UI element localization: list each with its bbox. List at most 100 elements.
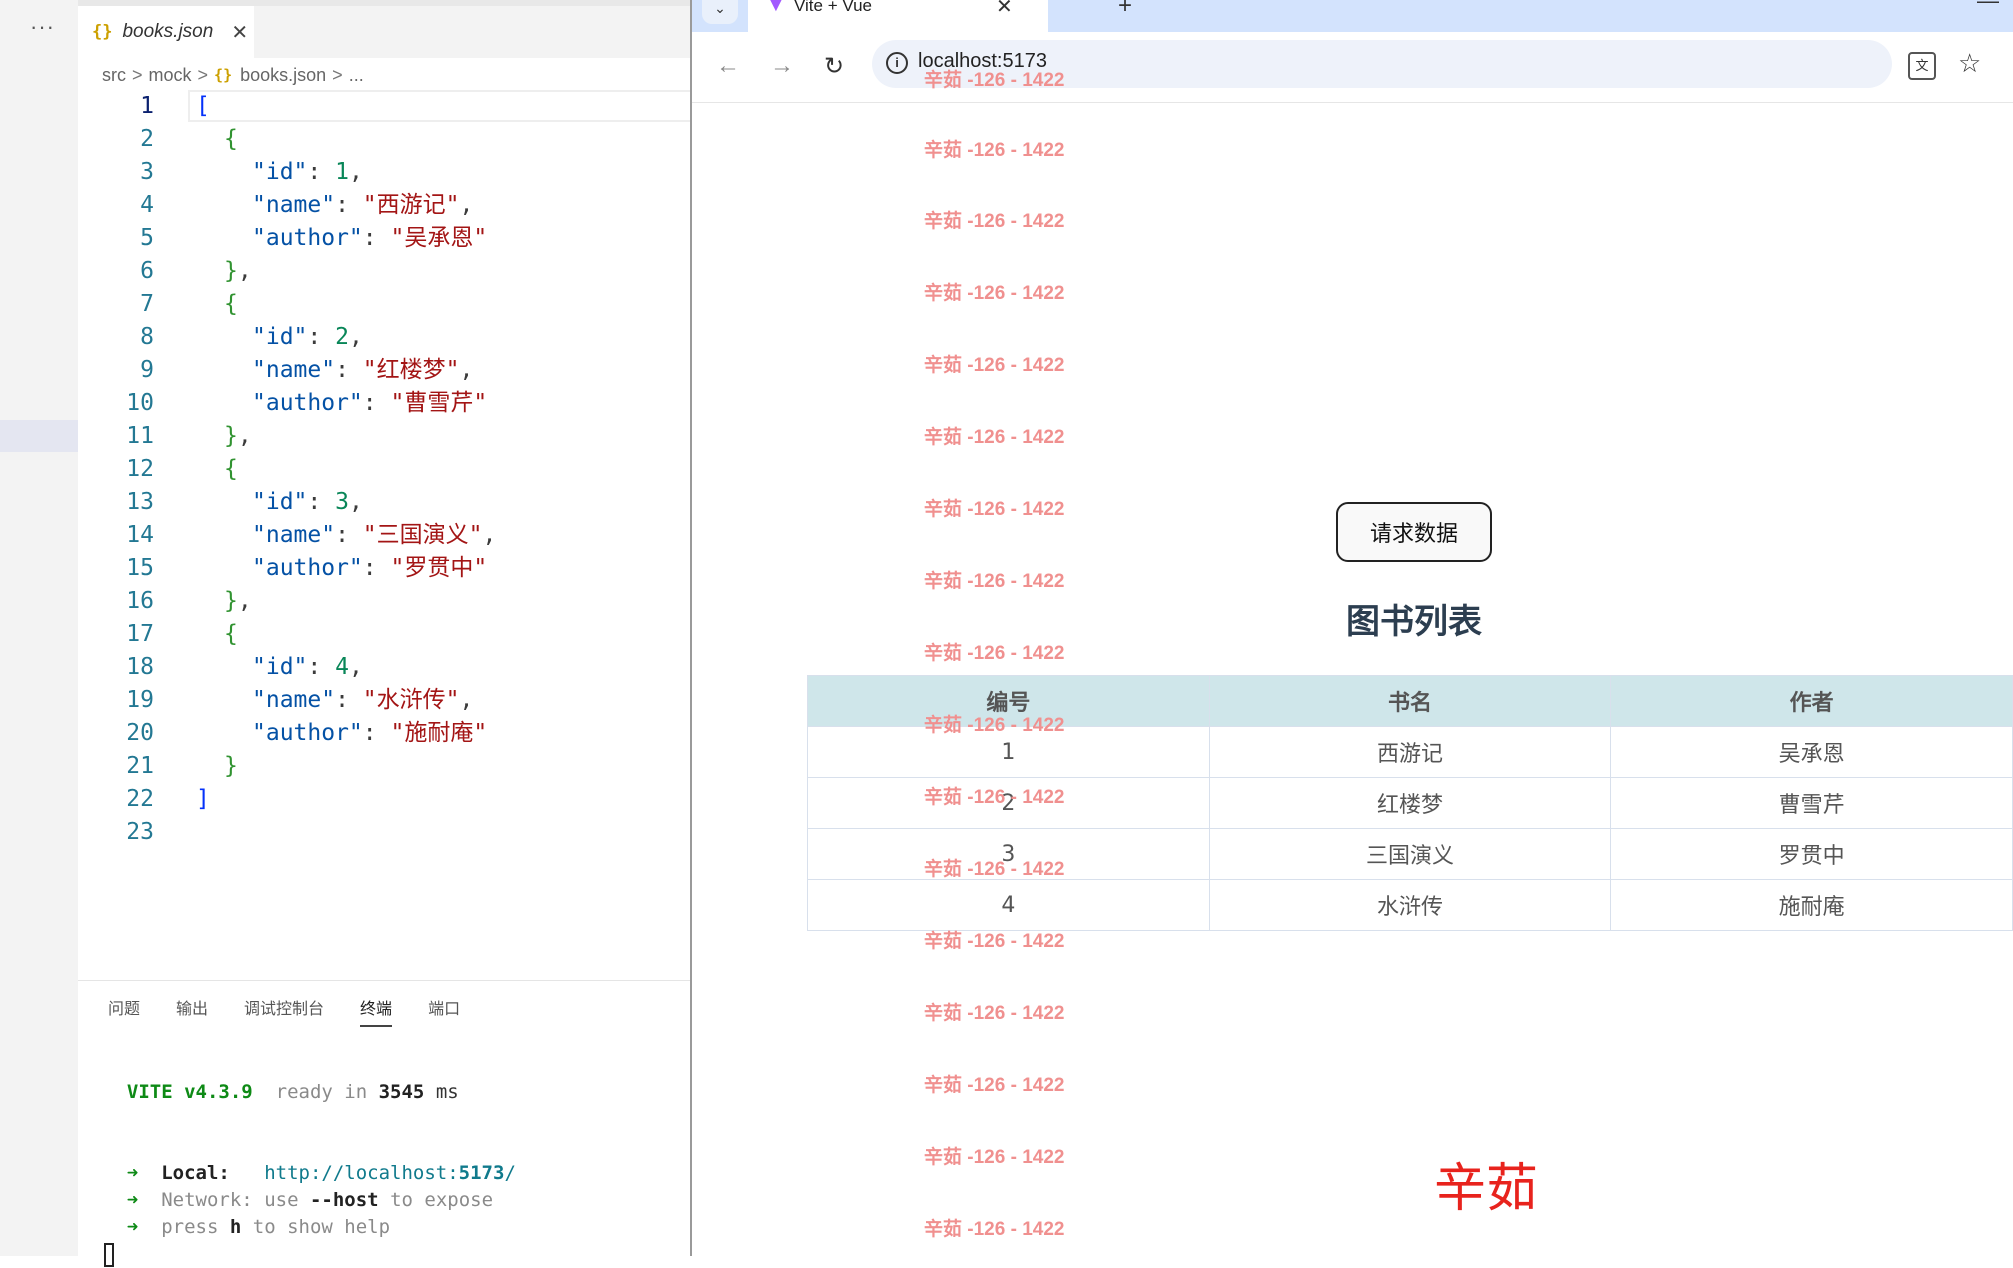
close-icon[interactable]: ✕ bbox=[996, 0, 1013, 19]
breadcrumb-file[interactable]: books.json bbox=[240, 65, 326, 86]
activity-highlight bbox=[0, 420, 78, 452]
chevron-right-icon: > bbox=[197, 64, 209, 85]
page-viewport: 请求数据 图书列表 编号 书名 作者 1 西游记 吴承恩 2 红楼梦 曹雪芹 3… bbox=[692, 70, 2013, 1256]
terminal-line-vite: VITE v4.3.9 ready in 3545 ms bbox=[104, 1079, 516, 1106]
watermark-text: 辛茹 -126 - 1422 bbox=[924, 1147, 1065, 1168]
watermark-text: 辛茹 -126 - 1422 bbox=[924, 931, 1065, 952]
line-number: 22 bbox=[126, 786, 154, 812]
tab-books-json[interactable]: {} books.json ✕ bbox=[78, 6, 254, 58]
watermark-text: 辛茹 -126 - 1422 bbox=[924, 140, 1065, 161]
code-line: 23 bbox=[78, 816, 692, 849]
code-line: 2{ bbox=[78, 123, 692, 156]
json-key: "author" bbox=[252, 225, 363, 251]
local-url-prefix: http://localhost: bbox=[264, 1162, 459, 1184]
watermark-text: 辛茹 -126 - 1422 bbox=[924, 571, 1065, 592]
code-line: 11}, bbox=[78, 420, 692, 453]
json-key: "author" bbox=[252, 555, 363, 581]
line-number: 18 bbox=[126, 654, 154, 680]
press-rest: to show help bbox=[252, 1216, 391, 1238]
reload-icon[interactable]: ↻ bbox=[824, 52, 844, 81]
chevron-right-icon: > bbox=[132, 64, 143, 85]
json-key: "id" bbox=[252, 159, 308, 185]
code-line: 15 "author": "罗贯中" bbox=[78, 552, 692, 585]
line-number: 11 bbox=[126, 423, 154, 449]
close-icon[interactable]: ✕ bbox=[231, 20, 248, 45]
watermark-text: 辛茹 -126 - 1422 bbox=[924, 283, 1065, 304]
tab-output[interactable]: 输出 bbox=[176, 995, 208, 1027]
cell-name: 西游记 bbox=[1208, 726, 1612, 778]
request-data-button[interactable]: 请求数据 bbox=[1336, 502, 1492, 562]
json-value: "三国演义" bbox=[362, 522, 483, 548]
breadcrumb-symbol[interactable]: ... bbox=[349, 65, 364, 86]
tab-ports[interactable]: 端口 bbox=[428, 995, 460, 1027]
forward-arrow-icon[interactable]: → bbox=[770, 52, 794, 80]
browser-tab-title: Vite + Vue bbox=[794, 0, 872, 15]
watermark-text: 辛茹 -126 - 1422 bbox=[924, 715, 1065, 736]
line-number: 12 bbox=[126, 456, 154, 482]
signature-text: 辛茹 bbox=[1434, 1159, 1539, 1219]
breadcrumb-mock[interactable]: mock bbox=[149, 65, 192, 86]
ready-time: 3545 bbox=[378, 1081, 425, 1103]
new-tab-icon[interactable]: + bbox=[1118, 0, 1132, 20]
terminal-line-network: ➜ Network: use --host to expose bbox=[104, 1187, 516, 1214]
watermark-text: 辛茹 -126 - 1422 bbox=[924, 427, 1065, 448]
line-number: 6 bbox=[140, 258, 154, 284]
more-actions-icon[interactable]: ··· bbox=[30, 14, 55, 40]
code-line: 3 "id": 1, bbox=[78, 156, 692, 189]
terminal-output[interactable]: VITE v4.3.9 ready in 3545 ms ➜ Local: ht… bbox=[104, 1079, 516, 1268]
json-value: "罗贯中" bbox=[390, 555, 488, 581]
local-url[interactable]: http://localhost:5173/ bbox=[264, 1162, 516, 1184]
tab-search-icon[interactable]: ⌄ bbox=[702, 0, 738, 24]
activity-bar: ··· bbox=[0, 0, 78, 1256]
terminal-line-help: ➜ press h to show help bbox=[104, 1214, 516, 1241]
watermark-text: 辛茹 -126 - 1422 bbox=[924, 1219, 1065, 1240]
json-value: 2 bbox=[335, 324, 349, 350]
local-label: Local: bbox=[161, 1162, 230, 1184]
json-key: "name" bbox=[252, 522, 336, 548]
network-flag: --host bbox=[309, 1189, 379, 1211]
tab-problems[interactable]: 问题 bbox=[108, 995, 140, 1027]
json-value: "西游记" bbox=[362, 192, 460, 218]
ready-text: ready in bbox=[275, 1081, 368, 1103]
watermark-text: 辛茹 -126 - 1422 bbox=[924, 1003, 1065, 1024]
bookmark-star-icon[interactable]: ☆ bbox=[1958, 48, 1981, 79]
cell-author: 曹雪芹 bbox=[1610, 777, 2013, 829]
code-line: 1[ bbox=[78, 90, 692, 123]
json-value: "施耐庵" bbox=[390, 720, 488, 746]
watermark-text: 辛茹 -126 - 1422 bbox=[924, 211, 1065, 232]
translate-icon[interactable]: 文 bbox=[1908, 52, 1936, 80]
code-line: 7{ bbox=[78, 288, 692, 321]
cell-author: 施耐庵 bbox=[1610, 879, 2013, 931]
json-key: "id" bbox=[252, 324, 308, 350]
line-number: 20 bbox=[126, 720, 154, 746]
back-arrow-icon[interactable]: ← bbox=[716, 52, 740, 80]
cell-author: 罗贯中 bbox=[1610, 828, 2013, 880]
code-line: 20 "author": "施耐庵" bbox=[78, 717, 692, 750]
watermark-text: 辛茹 -126 - 1422 bbox=[924, 70, 1065, 91]
minimize-icon[interactable]: — bbox=[1977, 0, 1999, 14]
code-line: 21} bbox=[78, 750, 692, 783]
line-number: 5 bbox=[140, 225, 154, 251]
browser-tab[interactable]: ▼ Vite + Vue ✕ bbox=[748, 0, 1048, 32]
cell-name: 红楼梦 bbox=[1208, 777, 1612, 829]
info-icon[interactable]: i bbox=[886, 52, 908, 74]
line-number: 3 bbox=[140, 159, 154, 185]
json-key: "id" bbox=[252, 654, 308, 680]
json-key: "name" bbox=[252, 357, 336, 383]
watermark-text: 辛茹 -126 - 1422 bbox=[924, 1075, 1065, 1096]
breadcrumb-src[interactable]: src bbox=[102, 65, 126, 86]
editor-tab-bar: {} books.json ✕ bbox=[78, 0, 692, 58]
line-number: 15 bbox=[126, 555, 154, 581]
cell-name: 三国演义 bbox=[1208, 828, 1612, 880]
tab-debug-console[interactable]: 调试控制台 bbox=[244, 995, 324, 1027]
json-key: "author" bbox=[252, 720, 363, 746]
json-file-icon: {} bbox=[92, 22, 113, 42]
tab-terminal[interactable]: 终端 bbox=[360, 995, 393, 1027]
code-line: 19 "name": "水浒传", bbox=[78, 684, 692, 717]
json-key: "name" bbox=[252, 687, 336, 713]
code-editor[interactable]: 1[ 2{ 3 "id": 1, 4 "name": "西游记", 5 "author… bbox=[78, 90, 692, 980]
code-line: 17{ bbox=[78, 618, 692, 651]
vscode-window: ··· {} books.json ✕ src > mock > {} book… bbox=[0, 0, 692, 1267]
watermark-text: 辛茹 -126 - 1422 bbox=[924, 499, 1065, 520]
line-number: 8 bbox=[140, 324, 154, 350]
